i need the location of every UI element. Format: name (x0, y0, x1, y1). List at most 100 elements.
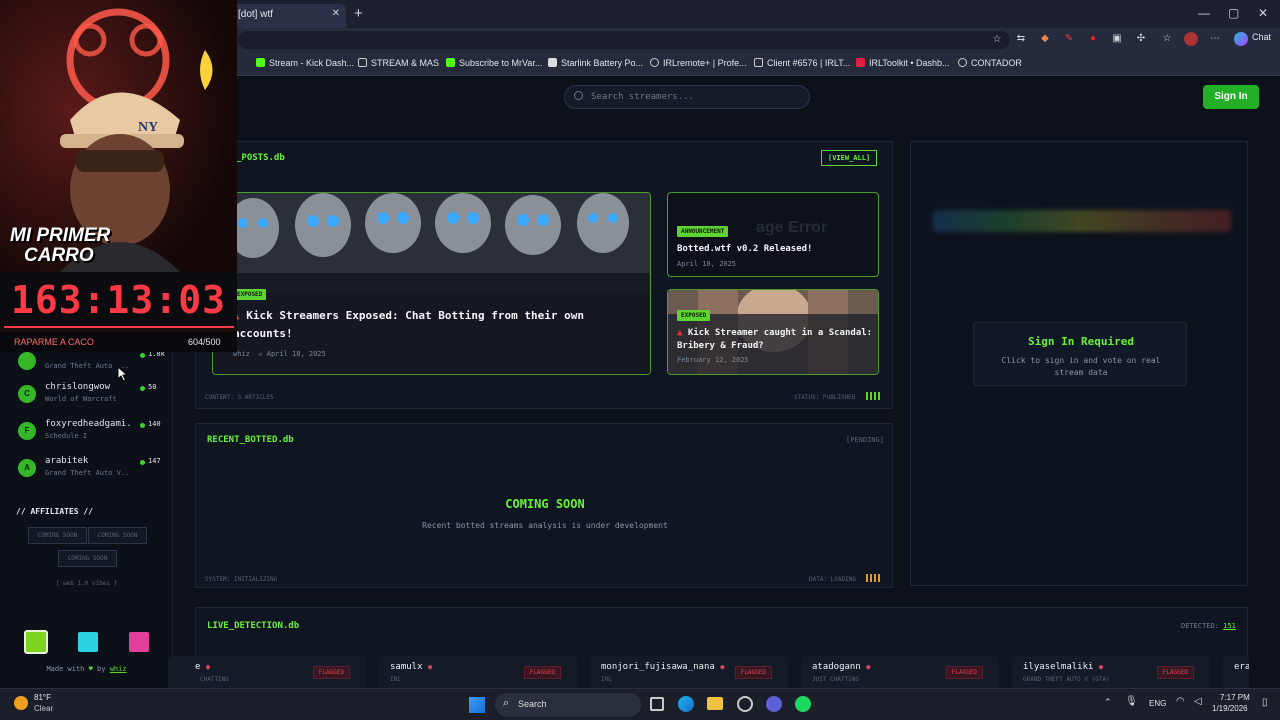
extension-icon-1[interactable]: ⇆ (1014, 32, 1028, 46)
app-icon[interactable] (737, 696, 753, 712)
microphone-icon[interactable]: 🎙 (1125, 696, 1138, 707)
goal-row: RAPARME A CACO 604/500 (0, 332, 237, 352)
windows-start-icon[interactable] (469, 697, 485, 713)
notification-bell-icon[interactable]: ▯ (1262, 697, 1268, 708)
posts-title: _POSTS.db (236, 153, 285, 163)
detected-game: CHATTING (200, 676, 229, 683)
tray-chevron-icon[interactable]: ⌃ (1104, 697, 1112, 708)
search-input[interactable]: Search streamers... (564, 85, 810, 109)
live-detection-panel: LIVE_DETECTION.db DETECTED: 151 e ● CHAT… (168, 607, 1249, 692)
live-dot-icon: ● (205, 663, 211, 671)
weather-icon[interactable] (14, 696, 28, 710)
detection-card[interactable]: era (1223, 656, 1249, 692)
favorites-icon[interactable]: ☆ (1160, 32, 1174, 46)
copilot-icon[interactable] (1234, 32, 1248, 46)
mouse-cursor-icon (117, 366, 129, 382)
affiliate-slot[interactable]: COMING SOON (88, 527, 147, 544)
post-title: ▲ Kick Streamer caught in a Scandal: Bri… (677, 328, 873, 351)
edge-icon[interactable] (678, 696, 694, 712)
url-input[interactable]: ☆ (238, 31, 1010, 49)
extension-icon-4[interactable]: ● (1086, 32, 1100, 46)
new-tab-button[interactable]: + (354, 5, 363, 22)
theme-swatch-green[interactable] (24, 630, 48, 654)
post-date: February 12, 2025 (677, 356, 749, 364)
streamer-row[interactable]: C chrislongwow World of Warcraft 50 (16, 382, 166, 418)
detection-card[interactable]: ilyaselmaliki ● GRAND THEFT AUTO V (GTA)… (1012, 656, 1210, 692)
detected-game: IRL (390, 676, 401, 683)
extensions-puzzle-icon[interactable]: ✣ (1134, 32, 1148, 46)
language-indicator[interactable]: ENG (1149, 699, 1166, 708)
featured-post-card[interactable]: EXPOSED ▲ Kick Streamers Exposed: Chat B… (212, 192, 651, 375)
bookmark-item[interactable]: IRLremote+ | Profe... (650, 58, 747, 68)
bookmark-item[interactable]: Stream - Kick Dash... (256, 58, 354, 68)
task-view-icon[interactable] (650, 697, 664, 711)
detection-card[interactable]: atadogann ● JUST CHATTING FLAGGED (801, 656, 999, 692)
live-dot-icon: ● (866, 663, 871, 671)
bookmark-item[interactable]: Subscribe to MrVar... (446, 58, 542, 68)
streamer-row[interactable]: Grand Theft Auto ... 1.8k (16, 349, 166, 385)
view-all-button[interactable]: [VIEW_ALL] (821, 150, 878, 166)
announcement-tag: ANNOUNCEMENT (677, 226, 729, 237)
tab-close-icon[interactable]: ✕ (332, 8, 340, 19)
folder-icon (754, 58, 763, 67)
extension-icon-5[interactable]: ▣ (1110, 32, 1124, 46)
post-title: ▲ Kick Streamers Exposed: Chat Botting f… (233, 309, 585, 340)
star-icon[interactable]: ☆ (990, 33, 1004, 47)
live-dot-icon: ● (1098, 663, 1104, 671)
counter-icon (958, 58, 967, 67)
bookmark-item[interactable]: CONTADOR (958, 58, 1022, 68)
theme-swatch-cyan[interactable] (78, 632, 98, 652)
sign-in-desc-2: stream data (1054, 368, 1108, 377)
spotify-icon[interactable] (795, 696, 811, 712)
posts-panel: _POSTS.db [VIEW_ALL] EXPOSED ▲ (195, 141, 893, 409)
sign-in-button[interactable]: Sign In (1203, 85, 1259, 109)
announcement-card[interactable]: age Error ANNOUNCEMENT Botted.wtf v0.2 R… (667, 192, 879, 277)
live-dot-icon (140, 423, 145, 428)
streamer-game: Schedule I (45, 432, 88, 440)
author-link[interactable]: whiz (110, 665, 127, 673)
detection-card[interactable]: e ● CHATTING FLAGGED (168, 656, 366, 692)
scandal-post-card[interactable]: EXPOSED ▲ Kick Streamer caught in a Scan… (667, 289, 879, 375)
clock-date[interactable]: 1/19/2026 (1212, 704, 1248, 713)
globe-icon (650, 58, 659, 67)
sign-in-required-box[interactable]: Sign In Required Click to sign in and vo… (973, 322, 1187, 386)
bookmark-item[interactable]: IRLToolkit • Dashb... (856, 58, 950, 68)
file-explorer-icon[interactable] (707, 697, 723, 710)
profile-avatar[interactable] (1184, 32, 1198, 46)
wifi-icon[interactable]: ◠ (1176, 696, 1185, 707)
browser-tab[interactable]: [dot] wtf ✕ (232, 4, 346, 28)
close-window-icon[interactable]: ✕ (1258, 6, 1268, 20)
calendar-icon: ▫ (258, 350, 263, 358)
affiliate-slot[interactable]: COMING SOON (28, 527, 87, 544)
affiliate-slot[interactable]: COMING SOON (58, 550, 117, 567)
flagged-badge: FLAGGED (523, 666, 561, 679)
volume-icon[interactable]: ◁ (1194, 696, 1202, 707)
detected-label: DETECTED: 151 (1181, 622, 1236, 630)
extension-icon-3[interactable]: ✎ (1062, 32, 1076, 46)
bookmark-item[interactable]: STREAM & MAS (358, 58, 439, 68)
detection-card[interactable]: samulx ● IRL FLAGGED (379, 656, 577, 692)
bookmark-item[interactable]: Client #6576 | IRLT... (754, 58, 850, 68)
streamer-row[interactable]: F foxyredheadgami... Schedule I 140 (16, 419, 166, 455)
detection-card[interactable]: monjori_fujisawa_nana ● IRL FLAGGED (590, 656, 788, 692)
theme-swatch-pink[interactable] (129, 632, 149, 652)
menu-dots-icon[interactable]: ⋯ (1208, 32, 1222, 46)
pending-label: [PENDING] (846, 436, 884, 444)
discord-icon[interactable] (766, 696, 782, 712)
minimize-icon[interactable]: — (1198, 6, 1210, 20)
chat-label[interactable]: Chat (1252, 32, 1271, 42)
goal-progress-bar (4, 326, 234, 328)
live-dot-icon (140, 460, 145, 465)
affiliate-note: [ web 1.0 vibes ] (55, 580, 118, 587)
weather-desc: Clear (34, 704, 54, 713)
folder-icon (358, 58, 367, 67)
detected-count[interactable]: 151 (1223, 622, 1236, 630)
goal-label: RAPARME A CACO (14, 337, 94, 347)
taskbar-search[interactable]: ⌕ Search (495, 693, 641, 717)
streamer-row[interactable]: A arabitek Grand Theft Auto V... 147 (16, 456, 166, 492)
maximize-icon[interactable]: ▢ (1228, 6, 1239, 20)
bookmark-item[interactable]: Starlink Battery Po... (548, 58, 643, 68)
footer-credit: Made with ♥ by whiz (46, 665, 127, 673)
clock-time[interactable]: 7:17 PM (1220, 693, 1250, 702)
extension-icon-2[interactable]: ◆ (1038, 32, 1052, 46)
